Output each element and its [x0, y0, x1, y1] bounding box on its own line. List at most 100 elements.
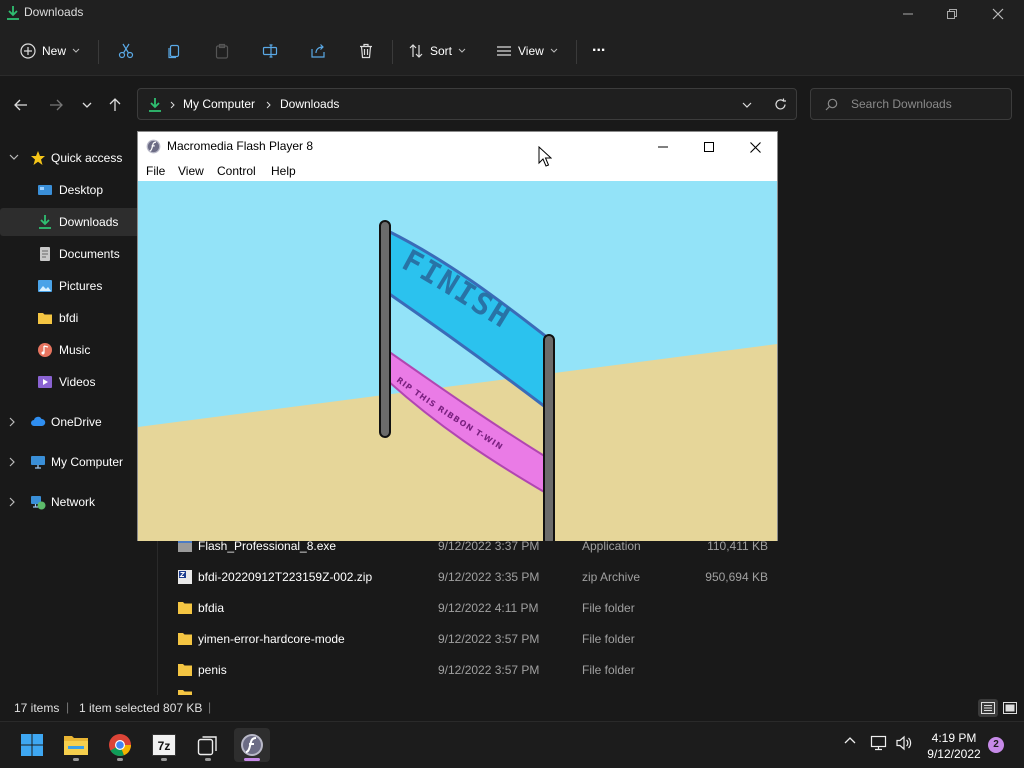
- running-indicator: [73, 758, 79, 761]
- file-row[interactable]: yimen-error-hardcore-mode 9/12/2022 3:57…: [177, 625, 797, 653]
- sidebar-item-label: Videos: [59, 375, 96, 389]
- menu-file[interactable]: File: [146, 164, 165, 178]
- show-hidden-icons-button[interactable]: [844, 736, 856, 744]
- refresh-icon[interactable]: [774, 98, 787, 111]
- download-icon: [149, 98, 161, 112]
- paste-icon: [215, 43, 229, 59]
- close-icon: [992, 8, 1004, 20]
- rename-button[interactable]: [262, 38, 278, 64]
- taskbar-task-view[interactable]: [190, 728, 226, 762]
- menu-control[interactable]: Control: [217, 164, 256, 178]
- sidebar-item-videos[interactable]: Videos: [0, 368, 157, 396]
- minimize-button[interactable]: [888, 3, 928, 25]
- file-row[interactable]: bfdia 9/12/2022 4:11 PM File folder: [177, 594, 797, 622]
- separator: [98, 40, 99, 64]
- new-button[interactable]: New: [20, 38, 80, 64]
- start-icon: [21, 734, 43, 756]
- share-button[interactable]: [310, 38, 326, 64]
- restore-icon: [947, 9, 957, 19]
- copy-button[interactable]: [166, 38, 182, 64]
- network-status-button[interactable]: [870, 735, 888, 751]
- folder-icon: [178, 633, 192, 645]
- volume-button[interactable]: [895, 735, 913, 751]
- folder-icon: [38, 313, 52, 324]
- status-bar: 17 items | 1 item selected 807 KB |: [0, 695, 1024, 721]
- delete-button[interactable]: [358, 38, 374, 64]
- chevron-right-icon: [9, 457, 15, 467]
- back-button[interactable]: [10, 94, 32, 116]
- file-type: File folder: [582, 601, 635, 615]
- flash-player-window: Macromedia Flash Player 8 File View Cont…: [137, 131, 778, 541]
- sidebar-item-network[interactable]: Network: [0, 488, 157, 516]
- taskbar-flash-player[interactable]: [234, 728, 270, 762]
- start-button[interactable]: [14, 728, 50, 762]
- notification-badge[interactable]: 2: [988, 737, 1004, 753]
- details-view-button[interactable]: [978, 699, 998, 717]
- file-row[interactable]: penis 9/12/2022 3:57 PM File folder: [177, 656, 797, 684]
- taskbar-chrome[interactable]: [102, 728, 138, 762]
- sidebar-item-desktop[interactable]: Desktop: [0, 176, 157, 204]
- sidebar-item-label: Documents: [59, 247, 120, 261]
- flash-window-title: Macromedia Flash Player 8: [167, 139, 314, 153]
- address-row: My Computer Downloads Search Downloads: [0, 76, 1024, 132]
- sidebar-item-documents[interactable]: Documents: [0, 240, 157, 268]
- chevron-down-icon: [72, 48, 80, 53]
- sidebar-item-label: Network: [51, 495, 96, 509]
- clock-time: 4:19 PM: [931, 731, 977, 745]
- cut-button[interactable]: [118, 38, 134, 64]
- more-options-button[interactable]: ...: [592, 34, 605, 60]
- paste-button[interactable]: [214, 38, 230, 64]
- running-indicator: [205, 758, 211, 761]
- file-row[interactable]: bfdi-20220912T223159Z-002.zip 9/12/2022 …: [177, 563, 797, 591]
- flash-menu-bar: File View Control Help: [138, 160, 777, 182]
- flash-minimize-button[interactable]: [648, 137, 678, 157]
- sort-button[interactable]: Sort: [408, 38, 466, 64]
- up-button[interactable]: [104, 94, 126, 116]
- chevron-right-icon: [266, 101, 271, 109]
- chevron-down-icon[interactable]: [742, 102, 752, 108]
- arrow-left-icon: [14, 99, 27, 111]
- search-placeholder: Search Downloads: [851, 97, 952, 111]
- right-pole: [543, 334, 555, 541]
- mouse-cursor-icon: [538, 146, 552, 167]
- sidebar-item-quick-access[interactable]: Quick access: [0, 144, 157, 172]
- address-bar[interactable]: My Computer Downloads: [137, 88, 797, 120]
- flash-maximize-button[interactable]: [694, 137, 724, 157]
- svg-text:7z: 7z: [158, 739, 171, 753]
- explorer-titlebar: Downloads: [0, 0, 1024, 28]
- sidebar-item-bfdi[interactable]: bfdi: [0, 304, 157, 332]
- search-icon: [825, 98, 838, 111]
- sidebar-item-downloads[interactable]: Downloads: [0, 208, 157, 236]
- file-date: 9/12/2022 3:57 PM: [438, 663, 540, 677]
- menu-view[interactable]: View: [178, 164, 204, 178]
- file-date: 9/12/2022 4:11 PM: [438, 601, 539, 615]
- separator: [392, 40, 393, 64]
- chevron-right-icon: [9, 497, 15, 507]
- menu-help[interactable]: Help: [271, 164, 296, 178]
- flash-close-button[interactable]: [740, 137, 770, 157]
- file-row-partial[interactable]: [177, 687, 797, 695]
- breadcrumb-my-computer[interactable]: My Computer: [183, 97, 255, 111]
- close-button[interactable]: [978, 3, 1018, 25]
- flash-stage[interactable]: FINISH RIP THIS RIBBON T-WIN: [138, 181, 777, 541]
- sidebar-item-pictures[interactable]: Pictures: [0, 272, 157, 300]
- flash-player-icon: [241, 734, 263, 756]
- taskbar-7zip[interactable]: 7z: [146, 728, 182, 762]
- computer-icon: [31, 456, 45, 469]
- file-type: Application: [582, 539, 641, 553]
- taskbar: 7z 4:19 PM 9/12/2022 2: [0, 721, 1024, 768]
- tiles-view-button[interactable]: [1000, 699, 1020, 717]
- forward-button[interactable]: [45, 94, 67, 116]
- sidebar-item-music[interactable]: Music: [0, 336, 157, 364]
- sidebar-item-onedrive[interactable]: OneDrive: [0, 408, 157, 436]
- clock[interactable]: 4:19 PM 9/12/2022: [918, 730, 990, 762]
- restore-button[interactable]: [932, 3, 972, 25]
- search-input[interactable]: Search Downloads: [810, 88, 1012, 120]
- breadcrumb-downloads[interactable]: Downloads: [280, 97, 339, 111]
- chevron-right-icon: [9, 417, 15, 427]
- music-icon: [38, 343, 52, 357]
- taskbar-file-explorer[interactable]: [58, 728, 94, 762]
- sidebar-item-my-computer[interactable]: My Computer: [0, 448, 157, 476]
- recent-locations-button[interactable]: [76, 94, 98, 116]
- view-button[interactable]: View: [496, 38, 558, 64]
